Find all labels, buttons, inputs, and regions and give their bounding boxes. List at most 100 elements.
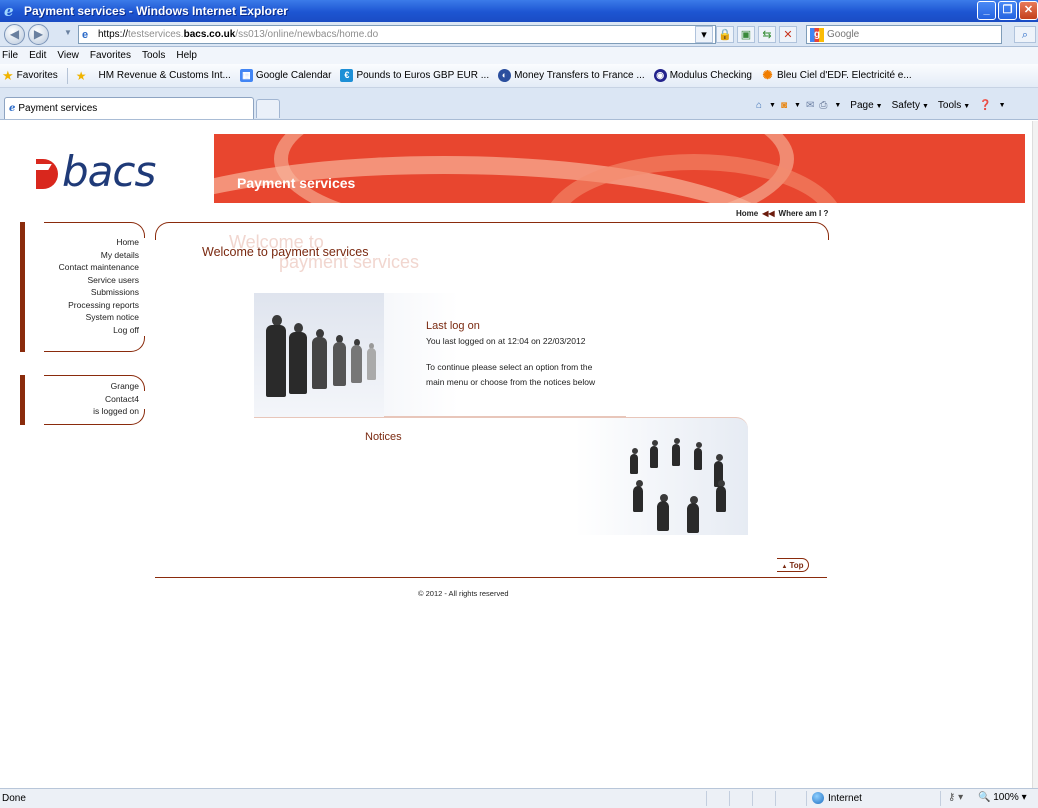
- protected-mode-icon[interactable]: ⚷ ▾: [948, 792, 963, 803]
- help-icon[interactable]: ❓: [979, 100, 991, 111]
- search-box[interactable]: g: [806, 25, 1002, 44]
- tab-bar: e Payment services ⌂ ▼ ◙ ▼ ✉ ⎙ ▼ Page ▼ Safe…: [0, 88, 1038, 120]
- menu-favorites[interactable]: Favorites: [90, 50, 131, 61]
- maximize-button[interactable]: ❐: [998, 1, 1017, 20]
- favorite-label: Money Transfers to France ...: [514, 70, 645, 81]
- last-logon-box: [254, 293, 626, 417]
- nav-processing-reports[interactable]: Processing reports: [59, 299, 139, 312]
- help-dropdown[interactable]: ▼: [999, 102, 1006, 109]
- last-logon-text: You last logged on at 12:04 on 22/03/201…: [426, 336, 586, 346]
- url-host: bacs.co.uk: [183, 29, 236, 40]
- refresh-icon[interactable]: ⇆: [758, 26, 776, 43]
- continue-text-line2: main menu or choose from the notices bel…: [426, 377, 596, 387]
- menu-file[interactable]: File: [2, 50, 18, 61]
- url-path: /ss013/online/newbacs/home.do: [235, 29, 379, 40]
- back-button[interactable]: ◀: [4, 24, 25, 45]
- add-favorite-icon[interactable]: ★: [76, 69, 87, 83]
- search-icon[interactable]: ⌕: [1014, 26, 1036, 43]
- new-tab-button[interactable]: [256, 99, 280, 118]
- recent-pages-dropdown[interactable]: ▼: [64, 28, 72, 37]
- nav-system-notice[interactable]: System notice: [59, 311, 139, 324]
- zoom-value: 100%: [993, 792, 1019, 803]
- menu-edit[interactable]: Edit: [29, 50, 46, 61]
- user-status: is logged on: [93, 406, 139, 416]
- continue-text-line1: To continue please select an option from…: [426, 362, 593, 372]
- favorites-button[interactable]: ★ Favorites: [2, 68, 58, 84]
- nav-contact-maintenance[interactable]: Contact maintenance: [59, 261, 139, 274]
- tab-label: Payment services: [18, 103, 98, 114]
- read-mail-icon[interactable]: ✉: [806, 100, 814, 111]
- forward-button[interactable]: ▶: [28, 24, 49, 45]
- home-icon[interactable]: ⌂: [756, 100, 762, 111]
- nav-log-off[interactable]: Log off: [59, 324, 139, 337]
- menu-help[interactable]: Help: [176, 50, 197, 61]
- back-to-top-label: Top: [789, 561, 804, 570]
- footer-divider: [155, 577, 827, 578]
- compatibility-view-icon[interactable]: ▣: [737, 26, 755, 43]
- bacs-logo-text: bacs: [62, 147, 156, 196]
- lock-icon[interactable]: 🔒: [716, 26, 734, 43]
- bacs-logo[interactable]: bacs: [32, 147, 156, 196]
- main-menu: Home My details Contact maintenance Serv…: [20, 222, 145, 352]
- favorite-modulus-checking[interactable]: ◉ Modulus Checking: [653, 69, 752, 82]
- favorite-google-calendar[interactable]: ▦ Google Calendar: [239, 69, 331, 82]
- menu-view[interactable]: View: [57, 50, 79, 61]
- tools-menu[interactable]: Tools ▼: [938, 100, 970, 111]
- menu-bar: File Edit View Favorites Tools Help: [0, 47, 1038, 64]
- search-input[interactable]: [827, 29, 997, 40]
- menu-tools[interactable]: Tools: [142, 50, 165, 61]
- ie-logo-icon: e: [4, 2, 14, 20]
- user-box-bar: [20, 375, 25, 425]
- address-dropdown-button[interactable]: ▾: [695, 26, 713, 43]
- currency-icon: €: [340, 69, 354, 82]
- status-cell: [752, 791, 753, 806]
- window-title: Payment services - Windows Internet Expl…: [24, 4, 288, 18]
- favorite-edf[interactable]: ✺ Bleu Ciel d'EDF. Electricité e...: [761, 69, 911, 82]
- nav-submissions[interactable]: Submissions: [59, 286, 139, 299]
- bacs-logo-mark-icon: [32, 159, 62, 191]
- security-zone[interactable]: Internet: [812, 792, 862, 804]
- favorite-pounds-to-euros[interactable]: € Pounds to Euros GBP EUR ...: [340, 69, 489, 82]
- favorite-label: HM Revenue & Customs Int...: [98, 70, 231, 81]
- status-text: Done: [2, 793, 26, 804]
- business-people-image: [254, 293, 384, 417]
- address-bar[interactable]: e https://testservices. bacs.co.uk/ss013/…: [78, 25, 716, 44]
- user-info-box: Grange Contact4 is logged on: [20, 375, 145, 425]
- page-viewport: bacs Payment services Home ◀◀ Where am I…: [0, 121, 1032, 788]
- status-cell: [706, 791, 707, 806]
- breadcrumb-where-am-i[interactable]: Where am I ?: [779, 209, 829, 218]
- page-menu-label: Page: [850, 100, 874, 111]
- status-bar: Done Internet ⚷ ▾ 🔍 100% ▾: [0, 788, 1038, 808]
- status-cell: [729, 791, 730, 806]
- feeds-icon[interactable]: ◙: [781, 100, 787, 111]
- favorite-hmrc[interactable]: HM Revenue & Customs Int...: [99, 70, 231, 81]
- tab-payment-services[interactable]: e Payment services: [4, 97, 254, 119]
- page-menu[interactable]: Page ▼: [850, 100, 882, 111]
- user-name: Grange: [110, 381, 139, 391]
- minimize-button[interactable]: _: [977, 1, 996, 20]
- nav-my-details[interactable]: My details: [59, 249, 139, 262]
- favorite-money-transfers[interactable]: ◐ Money Transfers to France ...: [498, 69, 645, 82]
- nav-service-users[interactable]: Service users: [59, 274, 140, 287]
- notices-heading: Notices: [365, 431, 402, 443]
- stop-icon[interactable]: ✕: [779, 26, 797, 43]
- main-menu-bar: [20, 222, 25, 352]
- close-button[interactable]: ✕: [1019, 1, 1038, 20]
- print-icon[interactable]: ⎙: [819, 100, 827, 111]
- home-dropdown[interactable]: ▼: [769, 102, 776, 109]
- page-icon: e: [82, 28, 89, 41]
- window-titlebar: e Payment services - Windows Internet Ex…: [0, 0, 1038, 22]
- safety-menu[interactable]: Safety ▼: [892, 100, 929, 111]
- breadcrumb-home-link[interactable]: Home: [736, 209, 758, 218]
- nav-home[interactable]: Home: [59, 236, 139, 249]
- feeds-dropdown[interactable]: ▼: [794, 102, 801, 109]
- zoom-level[interactable]: 🔍 100% ▾: [978, 792, 1027, 803]
- google-calendar-icon: ▦: [239, 69, 253, 82]
- address-toolbar: ◀ ▶ ▼ e https://testservices. bacs.co.uk /…: [0, 22, 1038, 47]
- modulus-icon: ◉: [653, 69, 667, 82]
- favorites-star-icon: ★: [2, 67, 14, 83]
- print-dropdown[interactable]: ▼: [834, 102, 841, 109]
- ie-page-icon: e: [9, 103, 16, 114]
- back-to-top-button[interactable]: ▲ Top: [777, 558, 809, 572]
- vertical-scrollbar[interactable]: [1032, 121, 1038, 788]
